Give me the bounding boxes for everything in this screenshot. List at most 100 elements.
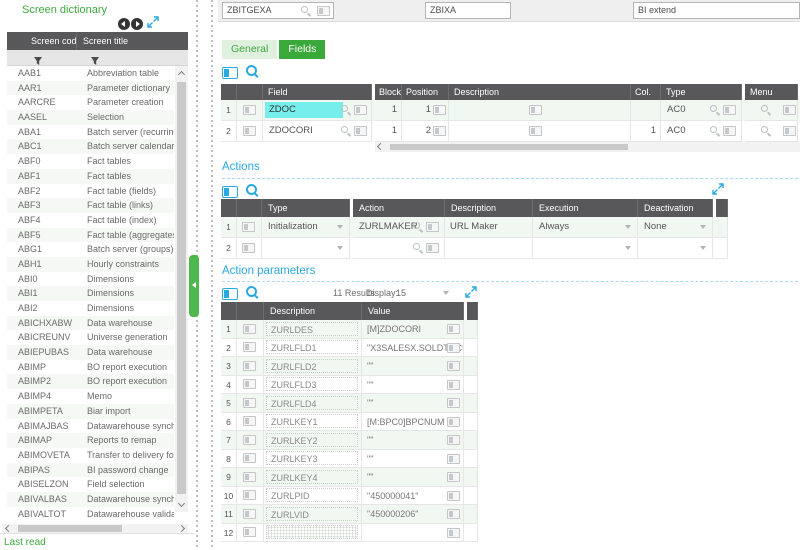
horizontal-scrollbar-thumb[interactable] [18,525,122,532]
lookup-search-icon[interactable] [710,105,720,115]
lookup-search-icon[interactable] [710,126,720,136]
lookup-grid-icon[interactable] [447,528,460,538]
hscrollbar-thumb[interactable] [390,144,628,150]
screen-list-row[interactable]: ABIMP2 BO report execution [7,374,174,389]
actions-grid-row[interactable]: 1 Initialization ZURLMAKER URL Maker [221,217,728,238]
execution-dropdown[interactable]: Always [533,217,638,238]
lookup-grid-icon[interactable] [354,126,367,136]
lookup-grid-icon[interactable] [447,417,460,427]
parameter-description-cell[interactable]: ZURLVID [264,505,362,524]
screen-list-row[interactable]: ABICREUNV Universe generation [7,330,174,345]
lookup-search-icon[interactable] [341,126,351,136]
parameter-description-cell[interactable]: ZURLDES [264,320,362,339]
parameter-value-cell[interactable]: "450000206" [362,505,464,524]
row-detail-icon[interactable] [243,398,256,408]
parameter-value-cell[interactable]: "" [362,431,464,450]
parameter-value-cell[interactable]: "X3SALESX.SOLDTOCUSTOMER" [362,339,464,358]
row-detail-cell[interactable] [237,238,262,259]
screen-list-row[interactable]: ABI0 Dimensions [7,272,174,287]
action-parameter-row[interactable]: 9 ZURLKEY4 "" [221,468,478,487]
lookup-grid-icon[interactable] [447,509,460,519]
row-detail-icon[interactable] [242,222,255,232]
dropdown-caret-icon[interactable] [625,225,631,229]
field-cell[interactable]: ZDOCORI [263,121,372,142]
last-read-label[interactable]: Last read [4,537,46,548]
screen-list-row[interactable]: ABF5 Fact table (aggregates) [7,228,174,243]
parameter-value-cell[interactable]: [M:BPC0]BPCNUM [362,413,464,432]
row-detail-cell[interactable] [237,413,264,432]
screen-list-row[interactable]: ABIMP BO report execution [7,360,174,375]
row-detail-icon[interactable] [243,472,256,482]
lookup-grid-icon[interactable] [447,324,460,334]
block-cell[interactable]: 1 [375,121,402,142]
row-detail-icon[interactable] [243,509,256,519]
lookup-grid-icon[interactable] [426,222,439,232]
action-parameter-row[interactable]: 4 ZURLFLD3 "" [221,376,478,395]
description-cell[interactable] [449,121,631,142]
row-detail-cell[interactable] [237,450,264,469]
lookup-grid-icon[interactable] [529,126,542,136]
row-detail-cell[interactable] [237,505,264,524]
abbreviation-input[interactable]: ZBIXA [425,2,511,19]
action-parameter-row[interactable]: 5 ZURLFLD4 "" [221,394,478,413]
expand-grid-icon[interactable] [712,183,724,195]
vertical-scrollbar-thumb[interactable] [177,82,186,494]
action-parameter-row[interactable]: 6 ZURLKEY1 [M:BPC0]BPCNUM [221,413,478,432]
row-detail-cell[interactable] [237,468,264,487]
lookup-grid-icon[interactable] [723,105,736,115]
scroll-left-icon[interactable] [5,525,12,532]
row-detail-icon[interactable] [243,361,256,371]
field-value[interactable]: ZDOC [265,102,343,118]
row-detail-cell[interactable] [237,487,264,506]
field-value[interactable]: ZDOCORI [263,125,313,136]
screen-list-row[interactable]: ABIPAS BI password change [7,463,174,478]
lookup-search-icon[interactable] [341,105,351,115]
action-description-cell[interactable]: URL Maker [445,217,533,238]
lookup-grid-icon[interactable] [447,343,460,353]
lookup-search-icon[interactable] [761,105,771,115]
menu-cell[interactable] [745,100,798,121]
screen-list-row[interactable]: ABIVALBAS Datawarehouse synchro [7,492,174,507]
description-cell[interactable] [449,100,631,121]
action-parameter-row[interactable]: 10 ZURLPID "450000041" [221,487,478,506]
screen-list-row[interactable]: AARCRE Parameter creation [7,95,174,110]
table-view-icon[interactable] [222,66,238,84]
lookup-search-icon[interactable] [301,6,311,16]
action-cell[interactable]: ZURLMAKER [353,217,445,238]
parameter-description-cell[interactable]: ZURLKEY3 [264,450,362,469]
screen-list-row[interactable]: ABF3 Fact table (links) [7,198,174,213]
type-cell[interactable]: AC0 [661,100,742,121]
actions-grid-row[interactable]: 2 [221,238,728,259]
lookup-grid-icon[interactable] [447,491,460,501]
row-detail-icon[interactable] [243,105,256,115]
lookup-grid-icon[interactable] [447,398,460,408]
action-description-cell[interactable] [445,238,533,259]
deactivation-dropdown[interactable]: None [638,217,713,238]
row-detail-cell[interactable] [237,431,264,450]
scroll-right-icon[interactable] [178,525,185,532]
screen-list-row[interactable]: ABIMOVETA Transfer to delivery folder [7,448,174,463]
row-detail-icon[interactable] [243,490,256,500]
parameter-description-cell[interactable]: ZURLKEY4 [264,468,362,487]
expand-panel-icon[interactable] [147,16,159,28]
screen-list-row[interactable]: ABIMAJBAS Datawarehouse synchro [7,419,174,434]
tab-fields[interactable]: Fields [279,40,325,59]
expand-grid-icon[interactable] [465,286,477,298]
action-type-dropdown[interactable] [262,238,350,259]
action-cell[interactable] [353,238,445,259]
parameter-value-cell[interactable] [362,524,464,543]
screen-list-row[interactable]: ABIMP4 Memo [7,389,174,404]
lookup-grid-icon[interactable] [447,380,460,390]
lookup-grid-icon[interactable] [783,126,796,136]
row-detail-cell[interactable] [237,394,264,413]
row-detail-icon[interactable] [242,243,255,253]
lookup-grid-icon[interactable] [354,105,367,115]
row-detail-icon[interactable] [243,324,256,334]
scroll-up-icon[interactable] [178,71,185,78]
parameter-description-cell[interactable]: ZURLKEY2 [264,431,362,450]
scroll-down-icon[interactable] [178,500,185,507]
dropdown-caret-icon[interactable] [700,225,706,229]
action-parameter-row[interactable]: 8 ZURLKEY3 "" [221,450,478,469]
row-detail-cell[interactable] [237,100,263,121]
row-detail-icon[interactable] [243,527,256,537]
